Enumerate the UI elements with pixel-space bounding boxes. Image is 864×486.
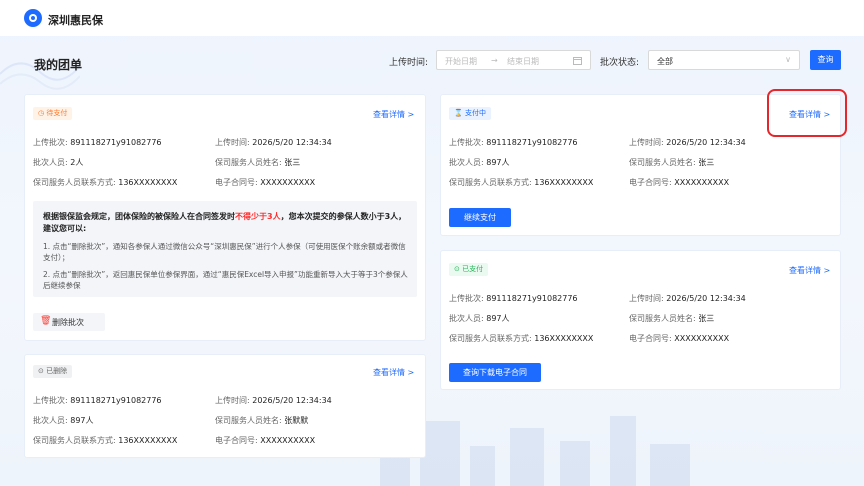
delete-batch-button[interactable]: 🗑 删除批次 — [33, 313, 105, 331]
status-badge: ⌛ 支付中 — [449, 107, 491, 120]
agent-name: 保司服务人员姓名: 张默默 — [215, 416, 309, 425]
agent-phone: 保司服务人员联系方式: 136XXXXXXXX — [33, 436, 178, 445]
chevron-down-icon: ∨ — [785, 55, 791, 64]
start-date-input[interactable]: 开始日期 — [445, 56, 477, 67]
batch-people: 批次人员: 897人 — [33, 416, 94, 425]
view-detail-link[interactable]: 查看详情 > — [373, 367, 414, 378]
batch-status-select[interactable]: 全部 ∨ — [648, 50, 800, 70]
contract-number: 电子合同号: XXXXXXXXXX — [629, 178, 730, 187]
upload-time: 上传时间: 2026/5/20 12:34:34 — [629, 294, 746, 303]
upload-time: 上传时间: 2026/5/20 12:34:34 — [215, 396, 332, 405]
query-button[interactable]: 查询 — [810, 50, 841, 70]
trash-icon: 🗑 — [40, 316, 52, 326]
agent-phone: 保司服务人员联系方式: 136XXXXXXXX — [449, 178, 594, 187]
upload-batch: 上传批次: 891118271y91082776 — [33, 138, 162, 147]
upload-time: 上传时间: 2026/5/20 12:34:34 — [215, 138, 332, 147]
contract-number: 电子合同号: XXXXXXXXXX — [215, 178, 316, 187]
page-title: 我的团单 — [34, 58, 83, 72]
date-arrow: → — [491, 56, 498, 65]
highlight-annotation — [767, 89, 847, 137]
upload-time: 上传时间: 2026/5/20 12:34:34 — [629, 138, 746, 147]
view-detail-link[interactable]: 查看详情 > — [789, 265, 830, 276]
batch-card-deleted: ⊙ 已删除 查看详情 > 上传批次: 891118271y91082776 上传… — [24, 354, 426, 458]
top-bar: 深圳惠民保 — [0, 0, 864, 36]
batch-status-value: 全部 — [657, 57, 673, 66]
agent-name: 保司服务人员姓名: 张三 — [629, 314, 715, 323]
contract-number: 电子合同号: XXXXXXXXXX — [215, 436, 316, 445]
date-range-picker[interactable]: 开始日期 → 结束日期 — [436, 50, 591, 70]
status-badge: ⊙ 已删除 — [33, 365, 73, 378]
batch-people: 批次人员: 897人 — [449, 158, 510, 167]
agent-phone: 保司服务人员联系方式: 136XXXXXXXX — [33, 178, 178, 187]
notice-item-2: 2. 点击“删除批次”，返回惠民保单位参保界面，通过“惠民保Excel导入申报”… — [43, 270, 408, 290]
agent-phone: 保司服务人员联系方式: 136XXXXXXXX — [449, 334, 594, 343]
agent-name: 保司服务人员姓名: 张三 — [215, 158, 301, 167]
batch-people: 批次人员: 897人 — [449, 314, 510, 323]
check-circle-icon: ⊙ — [454, 265, 463, 273]
circle-x-icon: ⊙ — [38, 367, 47, 375]
batch-people: 批次人员: 2人 — [33, 158, 84, 167]
app-logo-icon — [24, 9, 42, 27]
end-date-input[interactable]: 结束日期 — [507, 56, 539, 67]
continue-payment-button[interactable]: 继续支付 — [449, 208, 511, 227]
hourglass-icon: ⌛ — [454, 109, 465, 117]
upload-batch: 上传批次: 891118271y91082776 — [33, 396, 162, 405]
notice-box: 根据银保监会规定，团体保险的被保险人在合同签发时不得少于3人，您本次提交的参保人… — [33, 201, 417, 297]
notice-item-1: 1. 点击“删除批次”，通知各参保人通过微信公众号“深圳惠民保”进行个人参保（可… — [43, 242, 406, 262]
view-detail-link[interactable]: 查看详情 > — [373, 109, 414, 120]
calendar-icon — [573, 57, 582, 65]
download-contract-button[interactable]: 查询下载电子合同 — [449, 363, 541, 382]
notice-title: 根据银保监会规定，团体保险的被保险人在合同签发时不得少于3人，您本次提交的参保人… — [43, 212, 407, 233]
batch-status-label: 批次状态: — [600, 58, 640, 68]
contract-number: 电子合同号: XXXXXXXXXX — [629, 334, 730, 343]
status-badge: ◷ 待支付 — [33, 107, 73, 120]
batch-card-paid: ⊙ 已支付 查看详情 > 上传批次: 891118271y91082776 上传… — [440, 250, 841, 390]
upload-batch: 上传批次: 891118271y91082776 — [449, 294, 578, 303]
upload-time-label: 上传时间: — [389, 58, 429, 68]
status-badge: ⊙ 已支付 — [449, 263, 489, 276]
agent-name: 保司服务人员姓名: 张三 — [629, 158, 715, 167]
batch-card-pending: ◷ 待支付 查看详情 > 上传批次: 891118271y91082776 上传… — [24, 94, 426, 341]
upload-batch: 上传批次: 891118271y91082776 — [449, 138, 578, 147]
app-brand: 深圳惠民保 — [48, 14, 103, 27]
